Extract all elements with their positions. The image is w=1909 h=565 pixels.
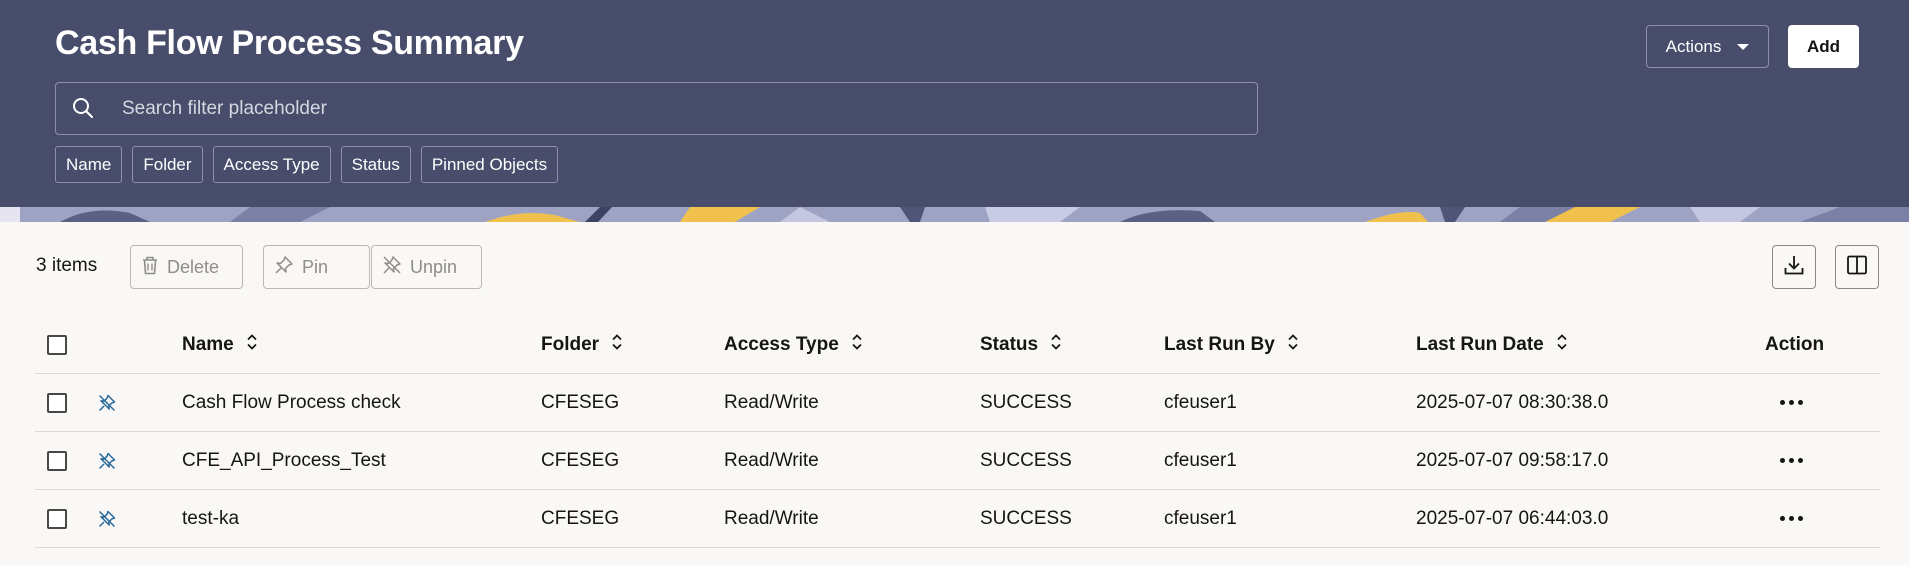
cell-last-run-date: 2025-07-07 09:58:17.0 <box>1416 449 1609 471</box>
column-header-label: Last Run Date <box>1416 333 1544 355</box>
page-title: Cash Flow Process Summary <box>55 24 524 62</box>
select-all-cell <box>47 316 67 373</box>
column-header-label: Name <box>182 333 234 355</box>
sort-icon <box>1287 333 1299 357</box>
more-options-icon[interactable] <box>1780 400 1803 405</box>
search-input[interactable] <box>122 83 1242 134</box>
column-header-access-type[interactable]: Access Type <box>724 316 863 373</box>
pin-button[interactable]: Pin <box>263 245 370 289</box>
more-options-icon[interactable] <box>1780 458 1803 463</box>
columns-icon <box>1846 254 1868 281</box>
sort-icon <box>1556 333 1568 357</box>
unpin-button[interactable]: Unpin <box>371 245 482 289</box>
column-header-action: Action <box>1765 316 1824 373</box>
cell-status: SUCCESS <box>980 449 1072 471</box>
unpinned-icon[interactable] <box>98 432 116 489</box>
sort-icon <box>611 333 623 357</box>
cell-last-run-date: 2025-07-07 08:30:38.0 <box>1416 391 1609 413</box>
row-checkbox[interactable] <box>47 450 67 471</box>
columns-button[interactable] <box>1835 245 1879 289</box>
unpin-button-label: Unpin <box>410 256 458 277</box>
cell-last-run-by: cfeuser1 <box>1164 507 1237 529</box>
cell-name: test-ka <box>182 507 240 529</box>
more-options-icon[interactable] <box>1780 516 1803 521</box>
cell-last-run-by: cfeuser1 <box>1164 449 1237 471</box>
cell-folder: CFESEG <box>541 391 620 413</box>
decorative-banner <box>0 207 1909 222</box>
sort-icon <box>1050 333 1062 357</box>
actions-button-label: Actions <box>1665 36 1722 56</box>
filter-chip-name[interactable]: Name <box>55 146 123 183</box>
filter-chip-folder[interactable]: Folder <box>132 146 203 183</box>
unpin-icon <box>382 255 402 280</box>
cell-last-run-date: 2025-07-07 06:44:03.0 <box>1416 507 1609 529</box>
sort-icon <box>246 333 258 357</box>
cell-status: SUCCESS <box>980 391 1072 413</box>
add-button[interactable]: Add <box>1788 25 1859 68</box>
column-header-label: Folder <box>541 333 600 355</box>
column-header-name[interactable]: Name <box>182 316 258 373</box>
filter-chip-access-type[interactable]: Access Type <box>212 146 331 183</box>
table-header-row: Name Folder Access Type Status Last Run … <box>35 316 1880 374</box>
chevron-down-icon <box>1737 43 1750 50</box>
column-header-folder[interactable]: Folder <box>541 316 623 373</box>
delete-button-label: Delete <box>167 256 220 277</box>
filter-chip-pinned-objects[interactable]: Pinned Objects <box>420 146 559 183</box>
cell-folder: CFESEG <box>541 449 620 471</box>
item-count: 3 items <box>36 255 98 276</box>
cell-name: Cash Flow Process check <box>182 391 401 413</box>
column-header-label: Status <box>980 333 1039 355</box>
cell-name: CFE_API_Process_Test <box>182 449 386 471</box>
sort-icon <box>851 333 863 357</box>
column-header-last-run-date[interactable]: Last Run Date <box>1416 316 1568 373</box>
table-row[interactable]: Cash Flow Process check CFESEG Read/Writ… <box>35 374 1880 432</box>
select-all-checkbox[interactable] <box>47 334 67 355</box>
column-header-label: Action <box>1765 333 1825 355</box>
download-icon <box>1783 254 1805 281</box>
row-checkbox[interactable] <box>47 392 67 413</box>
unpinned-icon[interactable] <box>98 374 116 431</box>
page-header: Cash Flow Process Summary Actions Add Na… <box>0 0 1909 207</box>
unpinned-icon[interactable] <box>98 490 116 547</box>
cell-access-type: Read/Write <box>724 449 819 471</box>
search-icon <box>72 97 94 124</box>
search-field[interactable] <box>55 82 1258 135</box>
column-header-label: Last Run By <box>1164 333 1275 355</box>
delete-button[interactable]: Delete <box>130 245 243 289</box>
pin-button-label: Pin <box>302 256 329 277</box>
download-button[interactable] <box>1772 245 1816 289</box>
cell-access-type: Read/Write <box>724 507 819 529</box>
table-row[interactable]: test-ka CFESEG Read/Write SUCCESS cfeuse… <box>35 490 1880 548</box>
trash-icon <box>141 255 159 280</box>
column-header-status[interactable]: Status <box>980 316 1062 373</box>
cell-last-run-by: cfeuser1 <box>1164 391 1237 413</box>
pin-icon <box>274 255 294 280</box>
cell-access-type: Read/Write <box>724 391 819 413</box>
filter-chip-status[interactable]: Status <box>340 146 411 183</box>
filter-chips: Name Folder Access Type Status Pinned Ob… <box>55 146 559 183</box>
table-row[interactable]: CFE_API_Process_Test CFESEG Read/Write S… <box>35 432 1880 490</box>
column-header-label: Access Type <box>724 333 839 355</box>
cell-status: SUCCESS <box>980 507 1072 529</box>
row-checkbox[interactable] <box>47 508 67 529</box>
column-header-last-run-by[interactable]: Last Run By <box>1164 316 1299 373</box>
cell-folder: CFESEG <box>541 507 620 529</box>
actions-menu-button[interactable]: Actions <box>1646 25 1769 68</box>
